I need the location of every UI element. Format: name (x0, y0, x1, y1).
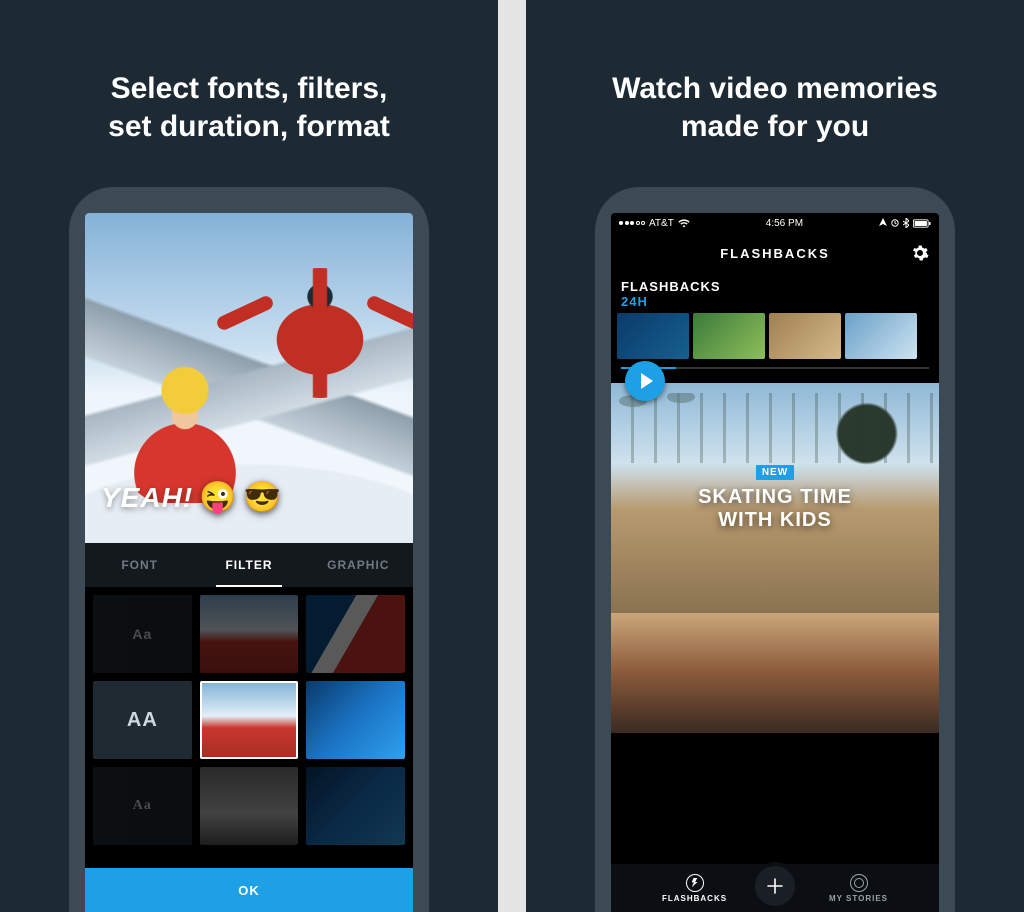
filter-thumb[interactable] (306, 595, 405, 673)
plus-icon (766, 877, 784, 895)
clock-label: 4:56 PM (766, 218, 803, 229)
flashbacks-icon (686, 874, 704, 892)
strip-title: FLASHBACKS (621, 279, 929, 294)
headline-line: made for you (681, 110, 869, 143)
tab-filter[interactable]: FILTER (194, 543, 303, 587)
strip-progress[interactable] (621, 367, 929, 369)
filter-thumb[interactable] (200, 595, 299, 673)
play-button[interactable] (625, 361, 665, 401)
strip-thumb[interactable] (845, 313, 917, 359)
strip-subtitle: 24H (621, 294, 929, 309)
battery-icon (913, 219, 931, 228)
headline-line: set duration, format (108, 110, 390, 143)
promo-panel-editor: Select fonts, filters, set duration, for… (0, 0, 498, 912)
feed[interactable]: NEW SKATING TIME WITH KIDS (611, 383, 939, 864)
promo-headline: Watch video memories made for you (612, 70, 938, 145)
headline-line: Watch video memories (612, 72, 938, 105)
font-sample[interactable]: Aa (93, 595, 192, 673)
nav-label: FLASHBACKS (662, 894, 727, 903)
nav-mystories[interactable]: MY STORIES (829, 874, 888, 903)
flashbacks-screen: AT&T 4:56 PM FLASHBACKS (611, 213, 939, 912)
strip-thumb[interactable] (769, 313, 841, 359)
filter-thumb[interactable] (306, 767, 405, 845)
filter-grid: Aa AA Aa (85, 587, 413, 868)
settings-button[interactable] (911, 244, 929, 262)
nav-flashbacks[interactable]: FLASHBACKS (662, 874, 727, 903)
tab-graphic[interactable]: GRAPHIC (304, 543, 413, 587)
card-title: SKATING TIME WITH KIDS (698, 486, 852, 532)
strip-thumbs[interactable] (611, 313, 939, 359)
gear-icon (911, 244, 929, 262)
carrier-label: AT&T (649, 218, 674, 229)
promo-panel-flashbacks: Watch video memories made for you AT&T 4… (526, 0, 1024, 912)
bluetooth-icon (903, 218, 909, 228)
overlay-caption[interactable]: YEAH! 😜 😎 (101, 480, 282, 515)
filter-thumb[interactable] (306, 681, 405, 759)
strip-thumb[interactable] (693, 313, 765, 359)
phone-mockup: YEAH! 😜 😎 FONT FILTER GRAPHIC Aa AA Aa (69, 187, 429, 912)
status-left: AT&T (619, 218, 690, 229)
new-badge: NEW (756, 465, 794, 480)
strip-thumb[interactable] (617, 313, 689, 359)
nav-header: FLASHBACKS (611, 233, 939, 273)
filter-thumb-selected[interactable] (200, 681, 299, 759)
feed-card[interactable]: NEW SKATING TIME WITH KIDS (611, 383, 939, 613)
status-bar: AT&T 4:56 PM (611, 213, 939, 233)
feed-card[interactable] (611, 613, 939, 733)
promo-headline: Select fonts, filters, set duration, for… (108, 70, 390, 145)
location-icon (879, 218, 887, 228)
preview-person (255, 268, 385, 398)
editor-screen: YEAH! 😜 😎 FONT FILTER GRAPHIC Aa AA Aa (85, 213, 413, 912)
add-button[interactable] (755, 866, 795, 906)
signal-icon (619, 221, 645, 225)
wifi-icon (678, 219, 690, 228)
ok-button[interactable]: OK (85, 868, 413, 912)
card-background (611, 393, 939, 463)
editor-tabbar: FONT FILTER GRAPHIC (85, 543, 413, 587)
status-right (879, 218, 931, 228)
nav-label: MY STORIES (829, 894, 888, 903)
headline-line: Select fonts, filters, (111, 72, 388, 105)
user-icon (850, 874, 868, 892)
font-sample[interactable]: Aa (93, 767, 192, 845)
filter-thumb[interactable] (200, 767, 299, 845)
overlay-text: YEAH! (101, 482, 193, 514)
page-title: FLASHBACKS (720, 246, 830, 261)
tab-font[interactable]: FONT (85, 543, 194, 587)
flashback-strip: FLASHBACKS 24H (611, 273, 939, 383)
font-sample[interactable]: AA (93, 681, 192, 759)
editor-preview[interactable]: YEAH! 😜 😎 (85, 213, 413, 543)
alarm-icon (891, 218, 899, 228)
phone-mockup: AT&T 4:56 PM FLASHBACKS (595, 187, 955, 912)
wink-tongue-emoji-icon: 😜 (199, 480, 237, 515)
bottom-nav: FLASHBACKS MY STORIES (611, 864, 939, 912)
sunglasses-emoji-icon: 😎 (243, 480, 281, 515)
